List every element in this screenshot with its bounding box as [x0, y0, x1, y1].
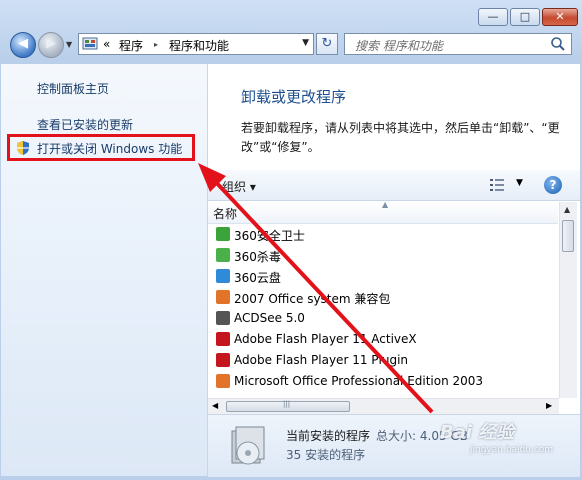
- program-name: ACDSee 5.0: [234, 311, 305, 325]
- program-name: Microsoft Office Professional Edition 20…: [234, 374, 484, 388]
- main-content: 卸载或更改程序 若要卸载程序，请从列表中将其选中，然后单击“卸载”、“更改”或“…: [208, 64, 580, 477]
- list-item[interactable]: 2007 Office system 兼容包: [208, 287, 558, 308]
- breadcrumb-programs[interactable]: 程序: [119, 37, 143, 54]
- installed-programs-icon: [231, 426, 265, 465]
- flash-icon: [216, 353, 230, 367]
- page-title: 卸载或更改程序: [241, 88, 347, 106]
- refresh-icon: ↻: [321, 36, 333, 51]
- acdsee-icon: [216, 311, 230, 325]
- horizontal-scrollbar[interactable]: ◀ ||| ▶: [208, 398, 559, 414]
- scroll-grip-icon: |||: [283, 400, 291, 408]
- view-options-icon[interactable]: [490, 179, 508, 191]
- page-description: 若要卸载程序，请从列表中将其选中，然后单击“卸载”、“更改”或“修复”。: [241, 121, 560, 154]
- flash-icon: [216, 332, 230, 346]
- scroll-left-icon[interactable]: ◀: [212, 401, 218, 410]
- program-name: 2007 Office system 兼容包: [234, 292, 391, 306]
- breadcrumb-separator-icon[interactable]: ▸: [154, 40, 158, 49]
- search-input[interactable]: 搜索 程序和功能: [355, 37, 443, 54]
- vertical-scrollbar[interactable]: ▲: [559, 202, 577, 398]
- command-bar: 组织 ▾ ▼ ?: [208, 170, 580, 201]
- installed-programs-label: 当前安装的程序: [286, 429, 371, 443]
- organize-button[interactable]: 组织 ▾: [222, 178, 256, 195]
- search-icon[interactable]: [550, 36, 566, 52]
- column-header-label: 名称: [213, 207, 238, 221]
- sidebar-item-control-panel-home[interactable]: 控制面板主页: [37, 80, 109, 97]
- history-dropdown-icon[interactable]: ▼: [66, 40, 76, 50]
- list-item[interactable]: Adobe Flash Player 11 ActiveX: [208, 329, 558, 350]
- list-item[interactable]: Microsoft Office Professional Edition 20…: [208, 371, 558, 392]
- maximize-button[interactable]: □: [510, 8, 540, 26]
- view-dropdown-icon[interactable]: ▼: [516, 178, 523, 188]
- annotation-highlight-box: [7, 134, 195, 161]
- office-icon: [216, 374, 230, 388]
- baidu-watermark-url: jingyan.baidu.com: [470, 445, 554, 455]
- list-item[interactable]: 360安全卫士: [208, 224, 558, 245]
- program-list: ▲ 名称 360安全卫士 360杀毒 360云盘 2007 Office system…: [208, 202, 580, 414]
- address-dropdown-icon[interactable]: ▼: [302, 38, 309, 48]
- 360-antivirus-icon: [216, 248, 230, 262]
- minimize-button[interactable]: —: [478, 8, 508, 26]
- scroll-up-icon[interactable]: ▲: [564, 205, 570, 214]
- column-header-name[interactable]: ▲ 名称: [208, 202, 558, 224]
- control-panel-icon: [82, 37, 98, 50]
- program-name: 360云盘: [234, 271, 281, 285]
- list-item[interactable]: Adobe Flash Player 11 Plugin: [208, 350, 558, 371]
- 360-cloud-icon: [216, 269, 230, 283]
- programs-and-features-window: — □ ✕ ◀ ▶ ▼ « 程序 ▸ 程序和功能 ▼ ↻ 搜索 程序和功能 控制…: [0, 0, 582, 480]
- office-compat-icon: [216, 290, 230, 304]
- task-pane: 控制面板主页 查看已安装的更新 打开或关闭 Windows 功能: [1, 64, 208, 476]
- sort-ascending-icon: ▲: [382, 202, 389, 209]
- list-item[interactable]: ACDSee 5.0: [208, 308, 558, 329]
- horizontal-scroll-thumb[interactable]: |||: [226, 400, 350, 412]
- close-icon: ✕: [555, 10, 565, 23]
- program-name: 360安全卫士: [234, 229, 305, 243]
- vertical-scroll-thumb[interactable]: [562, 220, 574, 252]
- sidebar-item-view-installed-updates[interactable]: 查看已安装的更新: [37, 116, 133, 133]
- installed-programs-count: 35 安装的程序: [286, 448, 366, 462]
- baidu-watermark: Bai 经验: [440, 422, 515, 443]
- back-arrow-icon: ◀: [18, 36, 28, 51]
- back-button[interactable]: ◀: [10, 32, 36, 58]
- breadcrumb-programs-and-features[interactable]: 程序和功能: [169, 37, 229, 54]
- maximize-icon: □: [519, 10, 531, 23]
- forward-arrow-icon: ▶: [46, 36, 56, 51]
- program-name: Adobe Flash Player 11 Plugin: [234, 353, 409, 367]
- scroll-right-icon[interactable]: ▶: [546, 401, 552, 410]
- program-name: Adobe Flash Player 11 ActiveX: [234, 332, 417, 346]
- forward-button[interactable]: ▶: [38, 32, 64, 58]
- refresh-button[interactable]: ↻: [316, 33, 338, 55]
- minimize-icon: —: [487, 10, 499, 23]
- program-name: 360杀毒: [234, 250, 281, 264]
- list-item[interactable]: 360云盘: [208, 266, 558, 287]
- 360-safeguard-icon: [216, 227, 230, 241]
- address-bar[interactable]: « 程序 ▸ 程序和功能 ▼: [78, 33, 314, 55]
- address-prefix[interactable]: «: [103, 37, 110, 51]
- close-button[interactable]: ✕: [542, 8, 578, 26]
- help-icon[interactable]: ?: [544, 176, 562, 194]
- search-box[interactable]: 搜索 程序和功能: [344, 33, 572, 55]
- list-item[interactable]: 360杀毒: [208, 245, 558, 266]
